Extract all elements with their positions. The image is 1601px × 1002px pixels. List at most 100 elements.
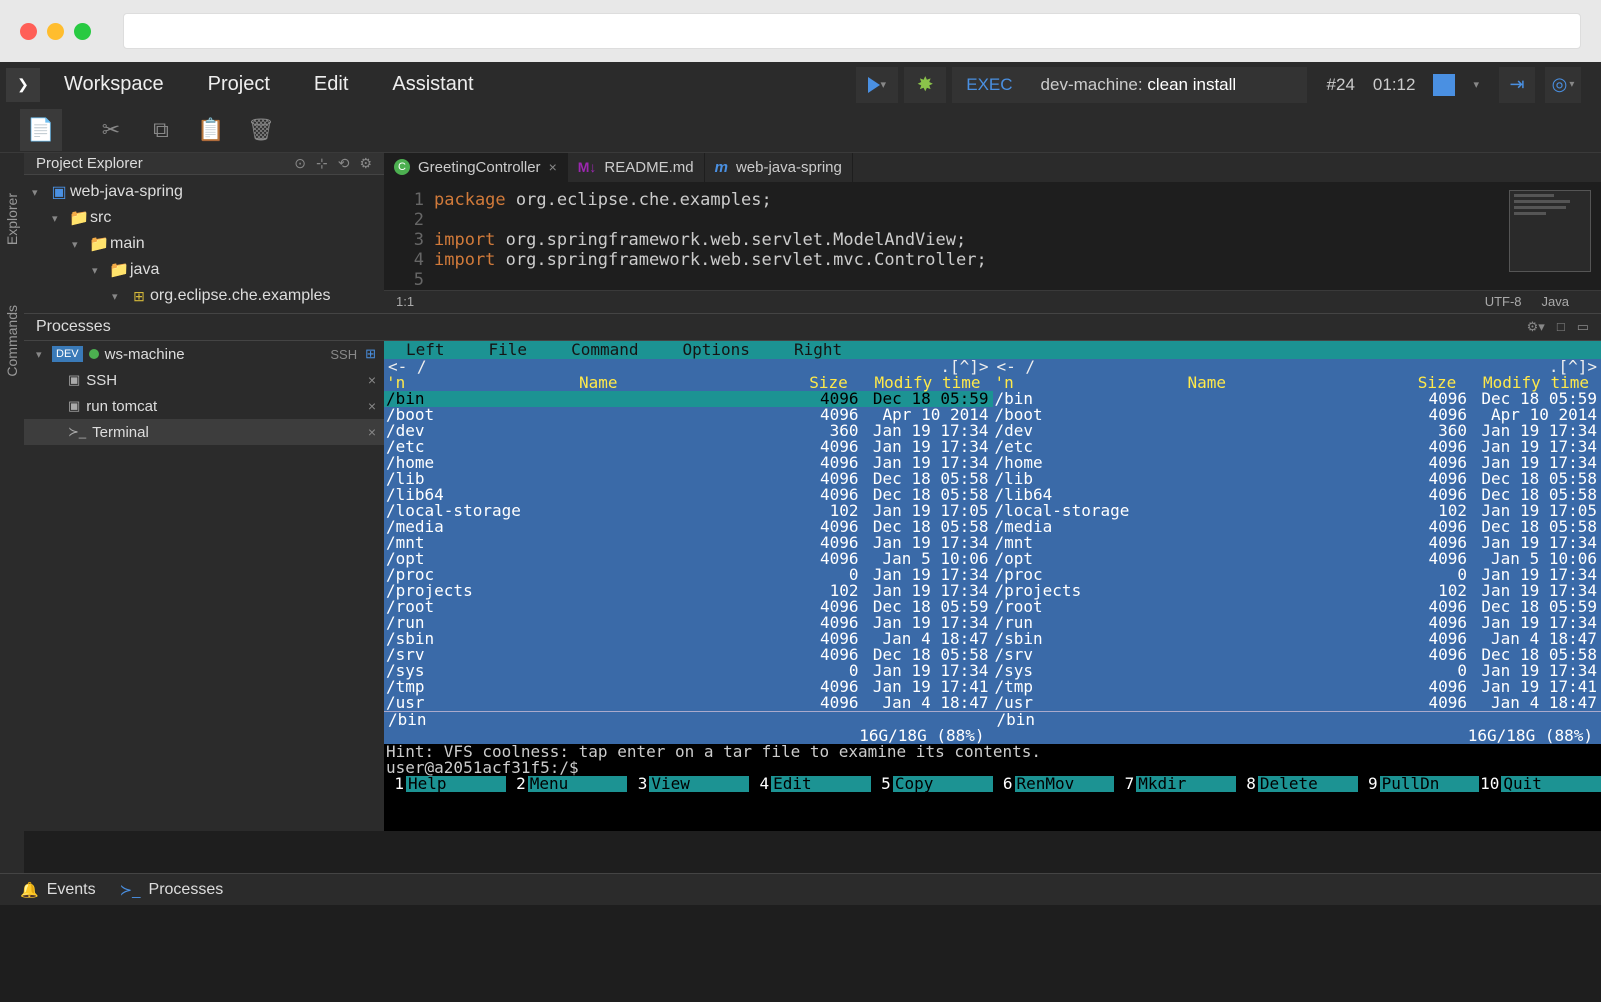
- mc-menu[interactable]: LeftFileCommandOptionsRight: [384, 341, 1601, 359]
- line-numbers: 12345: [384, 190, 434, 290]
- tab-readme[interactable]: M↓ README.md: [568, 153, 705, 182]
- maximize-window-button[interactable]: [74, 23, 91, 40]
- processes-icon: ≻_: [120, 881, 141, 899]
- processes-header: Processes ⚙▾ □ ▭: [24, 313, 1601, 341]
- proc-tomcat[interactable]: ▣ run tomcat ×: [24, 393, 384, 419]
- terminal-icon: ▣: [68, 372, 80, 388]
- language: Java: [1542, 294, 1569, 309]
- cursor-position: 1:1: [396, 294, 414, 309]
- proc-machine[interactable]: ▾ DEV ws-machine SSH⊞: [24, 341, 384, 367]
- editor-tabs: C GreetingController × M↓ README.md m we…: [384, 153, 1601, 182]
- browser-chrome: [0, 0, 1601, 62]
- delete-button[interactable]: 🗑: [240, 109, 282, 151]
- collapse-icon[interactable]: ⊹: [316, 155, 328, 172]
- gear-icon[interactable]: ⚙: [359, 155, 372, 172]
- exec-text: dev-machine: clean install: [1027, 75, 1307, 95]
- menu-edit[interactable]: Edit: [296, 65, 366, 104]
- processes-minimize-icon[interactable]: ▭: [1577, 319, 1589, 335]
- run-time: 01:12: [1373, 75, 1416, 95]
- menu-assistant[interactable]: Assistant: [374, 65, 491, 104]
- proc-ssh[interactable]: ▣ SSH ×: [24, 367, 384, 393]
- close-tab-button[interactable]: ×: [549, 159, 557, 175]
- exec-label: EXEC: [952, 75, 1026, 95]
- settings-button[interactable]: ◎▾: [1545, 67, 1581, 103]
- toolbar: 📄 ✂ ⧉ 📋 🗑: [0, 107, 1601, 153]
- new-file-button[interactable]: 📄: [20, 109, 62, 151]
- clipboard-icon: 📋: [197, 117, 224, 143]
- mc-right-panel[interactable]: <- /.[^]>'nNameSizeModify time/bin4096De…: [993, 359, 1601, 744]
- mc-function-keys[interactable]: 1Help2Menu3View4Edit5Copy6RenMov7Mkdir8D…: [384, 776, 1601, 792]
- exec-command-box[interactable]: EXEC dev-machine: clean install: [952, 67, 1306, 103]
- maven-icon: m: [715, 159, 728, 176]
- rail-commands[interactable]: Commands: [4, 305, 20, 377]
- traffic-lights: [20, 23, 91, 40]
- run-dropdown[interactable]: ▾: [1473, 78, 1479, 91]
- menu-project[interactable]: Project: [190, 65, 288, 104]
- minimize-window-button[interactable]: [47, 23, 64, 40]
- close-proc-button[interactable]: ×: [368, 424, 376, 440]
- rail-explorer[interactable]: Explorer: [4, 193, 20, 245]
- terminal-content[interactable]: LeftFileCommandOptionsRight <- /.[^]>'nN…: [384, 341, 1601, 831]
- close-window-button[interactable]: [20, 23, 37, 40]
- share-button[interactable]: ⇥: [1499, 67, 1535, 103]
- code-editor[interactable]: 12345 package org.eclipse.che.examples; …: [384, 182, 1601, 290]
- terminal-icon: ≻_: [68, 424, 86, 440]
- mc-key-delete[interactable]: 8Delete: [1236, 776, 1358, 792]
- processes-maximize-icon[interactable]: □: [1557, 319, 1565, 335]
- run-id: #24: [1327, 75, 1355, 95]
- mc-key-mkdir[interactable]: 7Mkdir: [1114, 776, 1236, 792]
- proc-terminal[interactable]: ≻_ Terminal ×: [24, 419, 384, 445]
- minimap[interactable]: [1509, 190, 1591, 272]
- encoding: UTF-8: [1485, 294, 1522, 309]
- tab-greeting-controller[interactable]: C GreetingController ×: [384, 153, 568, 182]
- status-dot-icon: [89, 349, 99, 359]
- menu-workspace[interactable]: Workspace: [46, 65, 182, 104]
- paste-button[interactable]: 📋: [190, 109, 232, 151]
- bottom-processes[interactable]: ≻_ Processes: [120, 881, 224, 899]
- mc-key-view[interactable]: 3View: [627, 776, 749, 792]
- tree-package[interactable]: ▾⊞org.eclipse.che.examples: [24, 283, 384, 309]
- close-proc-button[interactable]: ×: [368, 398, 376, 414]
- mc-key-menu[interactable]: 2Menu: [506, 776, 628, 792]
- locate-icon[interactable]: ⊙: [294, 155, 306, 172]
- mc-row[interactable]: /usr4096Jan 4 18:47: [384, 695, 993, 711]
- share-icon: ⇥: [1509, 74, 1524, 95]
- close-proc-button[interactable]: ×: [368, 372, 376, 388]
- new-terminal-icon[interactable]: ⊞: [365, 346, 376, 362]
- tree-main[interactable]: ▾📁main: [24, 231, 384, 257]
- play-icon: [868, 77, 880, 93]
- package-icon: ⊞: [128, 288, 150, 305]
- expand-menu-button[interactable]: ❯: [6, 68, 40, 102]
- tree-java[interactable]: ▾📁java: [24, 257, 384, 283]
- mc-key-pulldn[interactable]: 9PullDn: [1358, 776, 1480, 792]
- url-bar[interactable]: [123, 13, 1581, 49]
- mc-key-edit[interactable]: 4Edit: [749, 776, 871, 792]
- bottom-bar: 🔔 Events ≻_ Processes: [0, 873, 1601, 905]
- top-menu: ❯ Workspace Project Edit Assistant ▾ ✸ E…: [0, 62, 1601, 107]
- processes-tree: ▾ DEV ws-machine SSH⊞ ▣ SSH × ▣ run tomc…: [24, 341, 384, 831]
- copy-button[interactable]: ⧉: [140, 109, 182, 151]
- project-tree: ▾▣web-java-spring ▾📁src ▾📁main ▾📁java ▾⊞…: [24, 175, 384, 313]
- mc-key-renmov[interactable]: 6RenMov: [993, 776, 1115, 792]
- mc-left-panel[interactable]: <- /.[^]>'nNameSizeModify time/bin4096De…: [384, 359, 993, 744]
- processes-settings-icon[interactable]: ⚙▾: [1527, 319, 1545, 335]
- mc-key-help[interactable]: 1Help: [384, 776, 506, 792]
- folder-icon: 📁: [88, 234, 110, 254]
- run-button[interactable]: ▾: [856, 67, 898, 103]
- cut-button[interactable]: ✂: [90, 109, 132, 151]
- editor-status-bar: 1:1 UTF-8 Java: [384, 290, 1601, 313]
- mc-row[interactable]: /usr4096Jan 4 18:47: [993, 695, 1601, 711]
- bottom-events[interactable]: 🔔 Events: [20, 881, 96, 899]
- new-file-icon: 📄: [27, 117, 54, 143]
- tab-web-java-spring[interactable]: m web-java-spring: [705, 153, 853, 182]
- tree-src[interactable]: ▾📁src: [24, 205, 384, 231]
- mc-key-copy[interactable]: 5Copy: [871, 776, 993, 792]
- mc-key-quit[interactable]: 10Quit: [1479, 776, 1601, 792]
- events-icon: 🔔: [20, 881, 39, 899]
- dev-badge: DEV: [52, 346, 83, 362]
- debug-button[interactable]: ✸: [904, 67, 946, 103]
- tree-root[interactable]: ▾▣web-java-spring: [24, 179, 384, 205]
- refresh-icon[interactable]: ⟲: [338, 155, 350, 172]
- code-content: package org.eclipse.che.examples; import…: [434, 190, 1601, 290]
- class-icon: C: [394, 159, 410, 175]
